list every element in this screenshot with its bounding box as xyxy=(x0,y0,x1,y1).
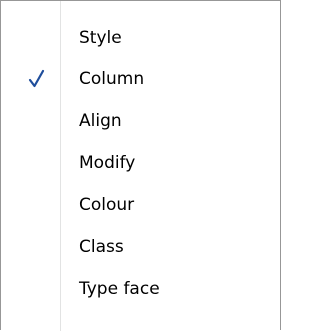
menu-item-label: Colour xyxy=(79,195,135,215)
menu-item-label: Align xyxy=(79,111,122,131)
menu-item-label: Type face xyxy=(79,279,160,299)
menu-item-label: Modify xyxy=(79,153,136,173)
checkmark-icon xyxy=(27,67,47,91)
menu-item-class[interactable]: Class xyxy=(3,227,279,269)
menu-item-colour[interactable]: Colour xyxy=(3,185,279,227)
menu-item-label: Style xyxy=(79,28,122,48)
menu-item-label: Column xyxy=(79,69,145,89)
menu-item-modify[interactable]: Modify xyxy=(3,143,279,185)
menu-item-align[interactable]: Align xyxy=(3,101,279,143)
context-menu: Style Column Align Modify Colour Class T… xyxy=(0,0,281,331)
menu-item-style[interactable]: Style xyxy=(3,18,279,60)
menu-item-label: Class xyxy=(79,237,124,257)
menu-item-column[interactable]: Column xyxy=(3,59,279,101)
menu-item-type-face[interactable]: Type face xyxy=(3,269,279,311)
